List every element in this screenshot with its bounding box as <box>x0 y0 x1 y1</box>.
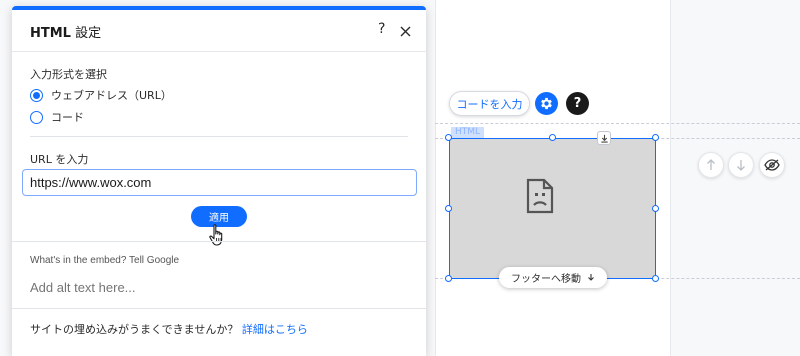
move-down-button[interactable] <box>728 152 754 178</box>
close-icon <box>400 26 411 37</box>
canvas-right-margin <box>670 0 800 356</box>
resize-handle-right[interactable] <box>652 205 659 212</box>
canvas-help-button[interactable]: ? <box>566 92 589 115</box>
eye-hidden-icon <box>764 159 780 171</box>
element-type-tag: HTML <box>451 127 485 138</box>
canvas-guide-right <box>670 0 671 356</box>
radio-url-label: ウェブアドレス（URL） <box>51 89 172 102</box>
settings-button[interactable] <box>535 92 558 115</box>
input-type-label: 入力形式を選択 <box>30 68 107 81</box>
dialog-header: HTML 設定 ? <box>12 10 426 52</box>
alt-text-prompt: What's in the embed? Tell Google <box>30 255 180 266</box>
learn-more-link[interactable]: 詳細はこちら <box>242 323 308 336</box>
move-up-button[interactable] <box>698 152 724 178</box>
radio-option-url[interactable]: ウェブアドレス（URL） <box>30 87 172 103</box>
gear-icon <box>541 97 552 110</box>
html-settings-dialog: HTML 設定 ? 入力形式を選択 ウェブアドレス（URL） コード URL を… <box>12 6 426 356</box>
hide-section-button[interactable] <box>759 152 785 178</box>
alt-text-input[interactable] <box>30 278 400 296</box>
move-to-footer-button[interactable]: フッターへ移動 <box>499 267 607 288</box>
alt-section-divider <box>12 241 426 242</box>
help-section-divider <box>12 308 426 309</box>
canvas-guide-left <box>435 0 436 356</box>
footer-button-label: フッターへ移動 <box>511 274 581 285</box>
resize-handle-left[interactable] <box>445 205 452 212</box>
resize-handle-bottom-right[interactable] <box>652 275 659 282</box>
arrow-down-small-icon <box>588 274 594 281</box>
trouble-message: サイトの埋め込みがうまくできませんか？ 詳細はこちら <box>30 321 308 337</box>
dialog-title: HTML 設定 <box>30 22 101 41</box>
dialog-help-button[interactable]: ? <box>378 21 385 37</box>
section-guide-top <box>435 123 800 124</box>
resize-handle-top[interactable] <box>549 134 556 141</box>
url-label: URL を入力 <box>30 153 89 166</box>
section-divider <box>30 136 408 137</box>
resize-handle-top-right[interactable] <box>652 134 659 141</box>
url-input[interactable] <box>22 169 417 196</box>
dialog-close-button[interactable] <box>400 22 411 41</box>
download-icon <box>600 134 608 143</box>
arrow-up-icon <box>707 159 715 170</box>
enter-code-button[interactable]: コードを入力 <box>449 91 530 116</box>
resize-handle-bottom-left[interactable] <box>445 275 452 282</box>
radio-code-label: コード <box>51 111 84 124</box>
dialog-title-bold: HTML <box>30 26 71 41</box>
resize-handle-top-left[interactable] <box>445 134 452 141</box>
stretch-handle[interactable] <box>597 131 611 145</box>
hand-cursor-icon <box>209 224 223 246</box>
radio-code[interactable] <box>30 110 43 124</box>
trouble-text: サイトの埋め込みがうまくできませんか？ <box>30 323 239 336</box>
dialog-title-rest: 設定 <box>70 26 102 41</box>
radio-url[interactable] <box>30 88 43 102</box>
radio-option-code[interactable]: コード <box>30 109 84 125</box>
broken-file-icon <box>526 178 554 214</box>
arrow-down-icon <box>737 160 745 171</box>
